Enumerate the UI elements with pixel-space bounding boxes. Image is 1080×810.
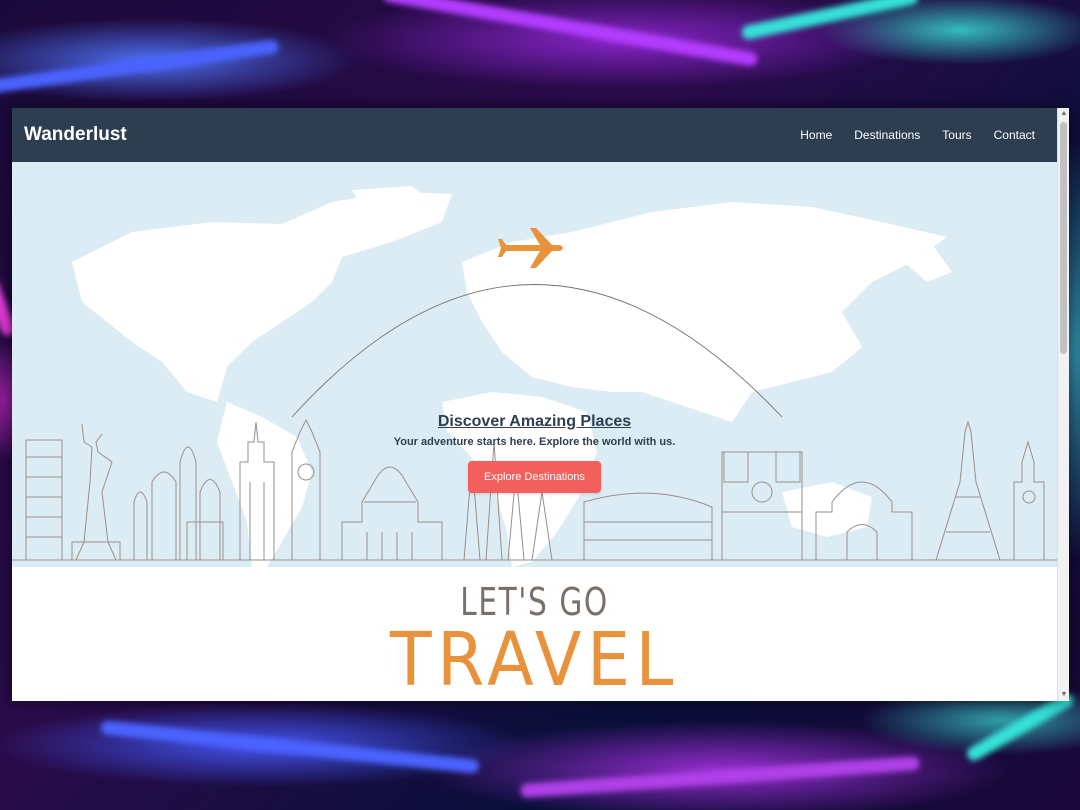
browser-viewport: Wanderlust Home Destinations Tours Conta…: [12, 108, 1069, 701]
hero-content: Discover Amazing Places Your adventure s…: [12, 413, 1057, 493]
nav-links: Home Destinations Tours Contact: [800, 128, 1035, 142]
nav-link-contact[interactable]: Contact: [994, 128, 1035, 142]
brand-logo[interactable]: Wanderlust: [24, 124, 127, 146]
hero-subtitle: Your adventure starts here. Explore the …: [393, 436, 676, 448]
explore-destinations-button[interactable]: Explore Destinations: [468, 461, 601, 493]
world-map: [72, 186, 952, 567]
nav-link-home[interactable]: Home: [800, 128, 832, 142]
nav-link-destinations[interactable]: Destinations: [854, 128, 920, 142]
arrow-up-icon[interactable]: ▲: [1058, 108, 1069, 120]
scrollbar-thumb[interactable]: [1060, 122, 1067, 354]
banner-line-2: TRAVEL: [390, 617, 679, 701]
hero-title: Discover Amazing Places: [437, 413, 632, 430]
nav-link-tours[interactable]: Tours: [942, 128, 971, 142]
arrow-down-icon[interactable]: ▼: [1058, 689, 1069, 701]
navbar: Wanderlust Home Destinations Tours Conta…: [12, 108, 1057, 162]
hero-section: Discover Amazing Places Your adventure s…: [12, 162, 1057, 701]
vertical-scrollbar[interactable]: ▲ ▼: [1057, 108, 1069, 701]
